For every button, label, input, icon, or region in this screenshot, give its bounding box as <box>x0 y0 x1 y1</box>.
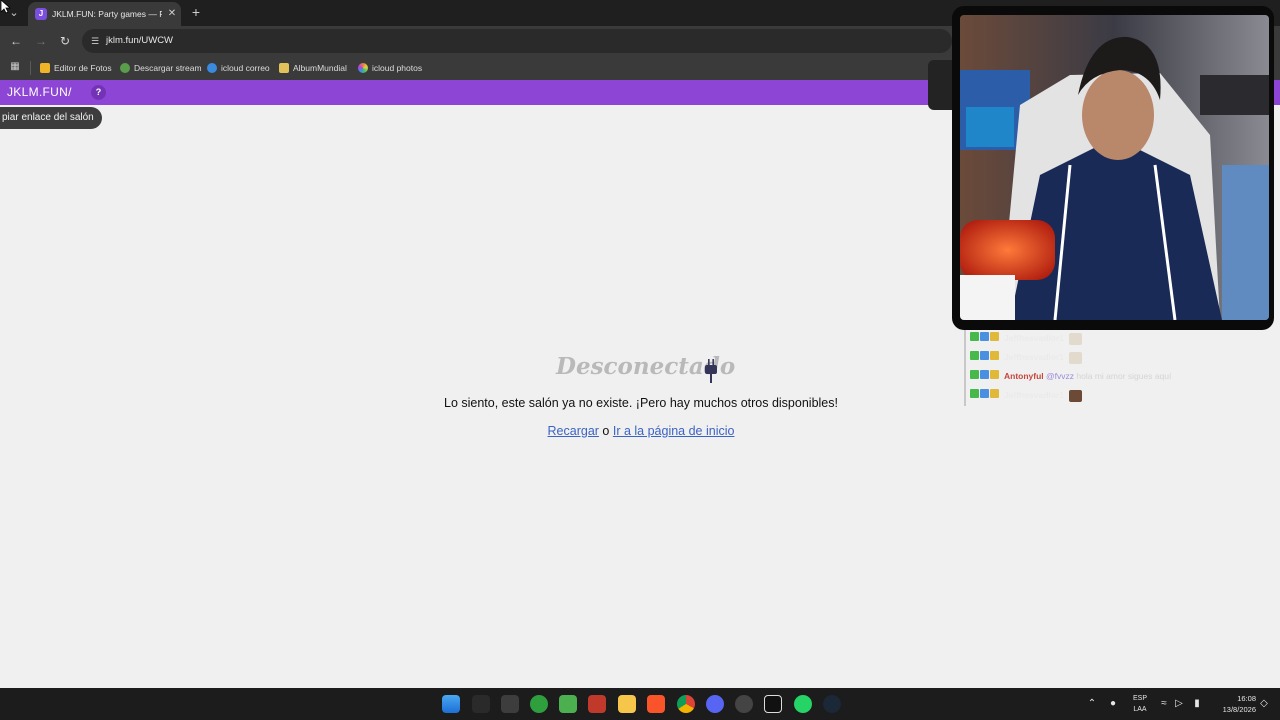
wifi-icon[interactable]: ≈ <box>1158 696 1170 712</box>
url-text: jklm.fun/UWCW <box>106 35 174 46</box>
plug-icon <box>705 359 717 383</box>
chat-mention: @fvvzz <box>1046 371 1075 381</box>
cloud-icon <box>207 63 217 73</box>
widgets-icon[interactable] <box>472 695 490 713</box>
bookmark-label: Descargar stream <box>134 63 202 73</box>
chevron-up-icon[interactable]: ⌃ <box>1086 696 1098 712</box>
chat-username: Jeffhesvadlor1 <box>1004 390 1064 400</box>
badge-icon <box>980 332 989 341</box>
lang-code: ESP <box>1132 695 1147 702</box>
steam-icon[interactable] <box>823 695 841 713</box>
clock-date: 13/8/2026 <box>1222 705 1256 714</box>
photos-icon <box>358 63 368 73</box>
bookmark-descargar-stream[interactable]: Descargar stream <box>120 60 202 76</box>
bookmark-editor-fotos[interactable]: Editor de Fotos <box>40 60 112 76</box>
among-us-icon[interactable] <box>588 695 606 713</box>
battery-icon[interactable]: ▮ <box>1190 696 1204 712</box>
or-text: o <box>598 424 613 438</box>
bookmark-label: AlbumMundial <box>293 63 347 73</box>
chat-badges <box>970 370 999 379</box>
store-icon[interactable] <box>501 695 519 713</box>
notification-bell-icon[interactable]: ◇ <box>1258 696 1270 712</box>
chat-badges <box>970 389 999 398</box>
hand-emote-icon <box>1069 332 1083 345</box>
browser-tab[interactable]: J JKLM.FUN: Party games — PC & mobile ✕ <box>28 2 181 26</box>
bookmark-icloud-photos[interactable]: icloud photos <box>358 60 422 76</box>
chat-message: Antonyful @fvvzz hola mi amor sigues aqu… <box>964 368 1224 387</box>
badge-icon <box>970 332 979 341</box>
apps-grid-icon[interactable]: ▦ <box>9 61 21 73</box>
badge-icon <box>990 370 999 379</box>
copy-room-link-button[interactable]: piar enlace del salón <box>0 107 102 129</box>
badge-icon <box>970 389 979 398</box>
clock-time: 16:08 <box>1237 694 1256 703</box>
face-emote-icon <box>1069 389 1083 402</box>
webcam-image <box>960 15 1269 320</box>
badge-icon <box>980 351 989 360</box>
obs-icon[interactable] <box>735 695 753 713</box>
close-tab-icon[interactable]: ✕ <box>166 7 178 21</box>
chrome-icon[interactable] <box>677 695 695 713</box>
chat-message: Jeffhesvadlor1 <box>964 330 1224 349</box>
clock[interactable]: 16:08 13/8/2026 <box>1212 693 1256 715</box>
bookmarks-separator <box>30 61 31 75</box>
screen: ⌄ J JKLM.FUN: Party games — PC & mobile … <box>0 0 1280 720</box>
volume-icon[interactable]: ▷ <box>1173 696 1185 712</box>
chat-username: Jeffhesvadlor1 <box>1004 352 1064 362</box>
jklm-logo-icon: J <box>35 8 47 20</box>
xbox-icon[interactable] <box>530 695 548 713</box>
back-icon[interactable]: ← <box>8 33 24 49</box>
chat-text: hola mi amor sigues aquí <box>1074 371 1172 381</box>
badge-icon <box>990 332 999 341</box>
capcut-icon[interactable] <box>764 695 782 713</box>
site-info-icon[interactable]: ☰ <box>88 34 102 48</box>
language-indicator[interactable]: ESP LAA <box>1131 693 1149 715</box>
discord-icon[interactable] <box>706 695 724 713</box>
forward-icon[interactable]: → <box>33 33 49 49</box>
photo-editor-icon <box>40 63 50 73</box>
bookmark-icloud-correo[interactable]: icloud correo <box>207 60 270 76</box>
brand-logo[interactable]: JKLM.FUN/ <box>7 84 72 100</box>
chat-username: Jeffhesvadlor1 <box>1004 333 1064 343</box>
bookmark-label: Editor de Fotos <box>54 63 112 73</box>
album-icon <box>279 63 289 73</box>
chat-badges <box>970 351 999 360</box>
file-explorer-icon[interactable] <box>618 695 636 713</box>
reload-icon[interactable]: ↻ <box>57 33 73 49</box>
badge-icon <box>980 370 989 379</box>
badge-icon <box>970 351 979 360</box>
microphone-icon[interactable]: ● <box>1107 696 1119 712</box>
action-links: Recargar o Ir a la página de inicio <box>0 423 1280 439</box>
windows-start-icon[interactable] <box>442 695 460 713</box>
tab-title: JKLM.FUN: Party games — PC & mobile <box>52 9 162 19</box>
badge-icon <box>990 389 999 398</box>
hand-emote-icon <box>1069 351 1083 364</box>
download-icon <box>120 63 130 73</box>
badge-icon <box>970 370 979 379</box>
minecraft-icon[interactable] <box>559 695 577 713</box>
badge-icon <box>990 351 999 360</box>
new-tab-icon[interactable]: + <box>188 4 204 20</box>
badge-icon <box>980 389 989 398</box>
bookmark-label: icloud correo <box>221 63 270 73</box>
help-button[interactable]: ? <box>91 85 106 100</box>
whatsapp-icon[interactable] <box>794 695 812 713</box>
webcam-feed <box>960 15 1269 320</box>
mouse-cursor-icon <box>1 0 11 14</box>
bookmark-label: icloud photos <box>372 63 423 73</box>
address-bar[interactable]: ☰ jklm.fun/UWCW <box>82 29 952 53</box>
windows-taskbar: ⌃ ● ESP LAA ≈ ▷ ▮ 16:08 13/8/2026 ◇ <box>0 688 1280 720</box>
lang-layout: LAA <box>1133 706 1147 713</box>
chat-badges <box>970 332 999 341</box>
chat-username: Antonyful <box>1004 371 1044 381</box>
chat-message: Jeffhesvadlor1 <box>964 349 1224 368</box>
chat-message: Jeffhesvadlor1 <box>964 387 1224 406</box>
stream-chat: Jeffhesvadlor1 Jeffhesvadlor1 Antonyful … <box>964 330 1224 406</box>
reload-link[interactable]: Recargar <box>548 424 599 438</box>
bookmark-albummundial[interactable]: AlbumMundial <box>279 60 347 76</box>
home-link[interactable]: Ir a la página de inicio <box>613 424 735 438</box>
brave-icon[interactable] <box>647 695 665 713</box>
